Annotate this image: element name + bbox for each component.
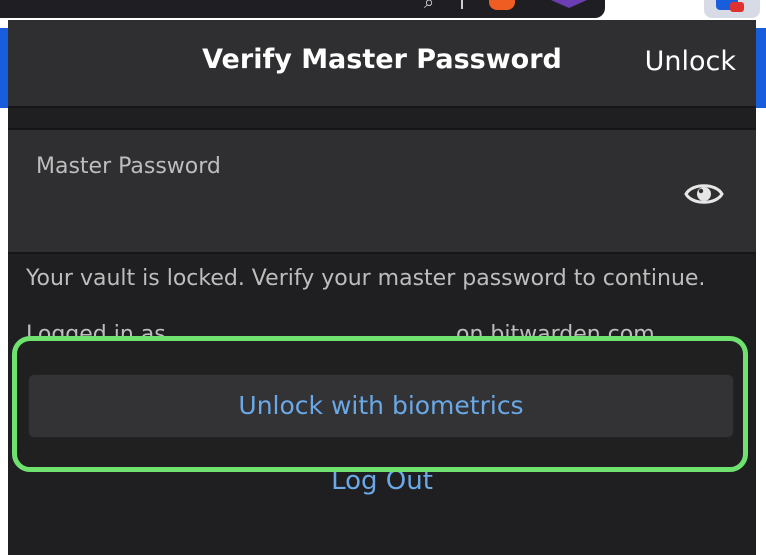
popup-header: Verify Master Password Unlock	[8, 20, 756, 108]
eye-icon[interactable]	[684, 178, 724, 210]
page-header-strip	[0, 28, 8, 108]
extension-icon[interactable]	[551, 0, 587, 8]
search-icon[interactable]: ⌕	[424, 0, 434, 13]
background-page-left	[0, 28, 8, 555]
locked-badge-icon	[730, 2, 744, 12]
master-password-label: Master Password	[36, 154, 221, 179]
brave-shield-icon[interactable]	[489, 0, 515, 10]
vault-locked-message: Your vault is locked. Verify your master…	[26, 266, 706, 291]
page-header-strip	[756, 28, 766, 108]
bitwarden-popup: Verify Master Password Unlock Master Pas…	[8, 20, 756, 555]
master-password-input[interactable]	[34, 196, 678, 234]
master-password-field[interactable]: Master Password	[8, 128, 756, 254]
address-bar[interactable]: ⌕	[0, 0, 605, 18]
unlock-with-biometrics-button[interactable]: Unlock with biometrics	[28, 374, 734, 438]
browser-toolbar: ⌕	[0, 0, 766, 20]
toolbar-divider	[461, 0, 463, 9]
background-page-right	[756, 28, 766, 555]
unlock-button[interactable]: Unlock	[645, 46, 736, 77]
section-spacer	[8, 108, 756, 128]
bitwarden-extension-icon[interactable]	[704, 0, 760, 18]
